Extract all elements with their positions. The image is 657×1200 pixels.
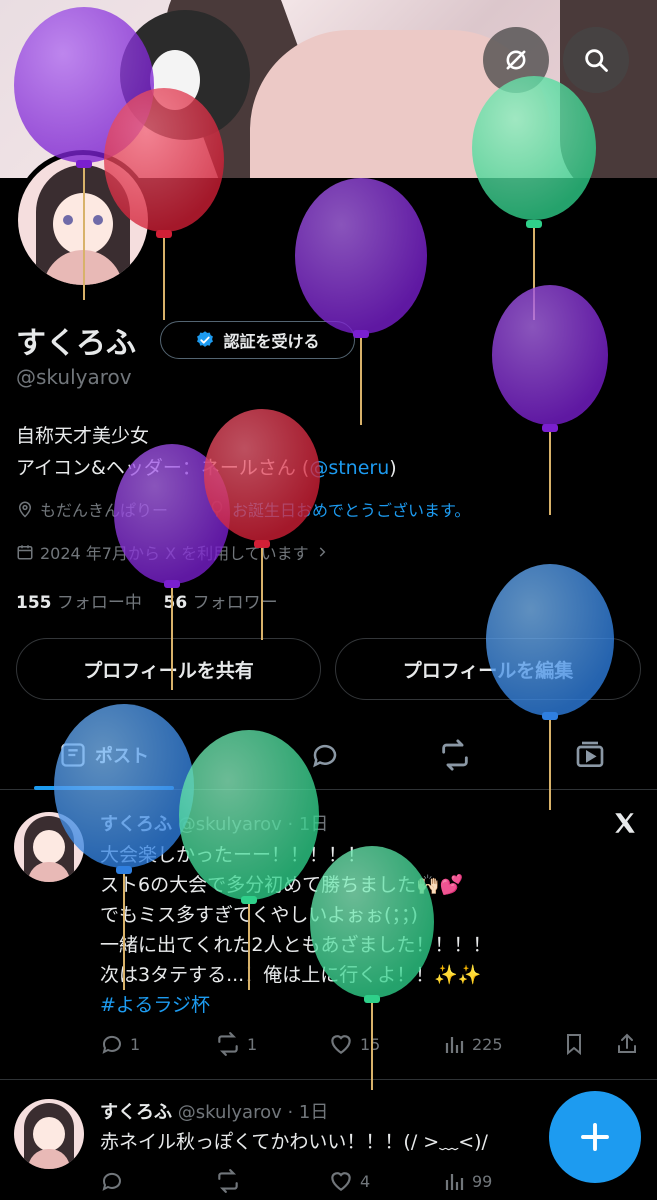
repost-button[interactable]: 1: [215, 1031, 257, 1057]
location-pin-icon: [18, 501, 32, 518]
post-header: すくろふ @skulyarov · 1日: [100, 810, 328, 836]
post-hashtag[interactable]: #よるラジ杯: [100, 990, 492, 1020]
display-name: すくろふ: [16, 326, 136, 361]
post-handle-time: @skulyarov · 1日: [177, 814, 329, 835]
post-item[interactable]: すくろふ @skulyarov · 1日 大会楽しかったーー！！！！！ スト6の大…: [0, 792, 657, 1080]
edit-profile-button[interactable]: プロフィールを編集: [335, 638, 641, 700]
post-author-name[interactable]: すくろふ: [100, 814, 172, 835]
profile-avatar[interactable]: [13, 150, 153, 290]
post-text-line: 大会楽しかったーー！！！！！: [100, 844, 367, 866]
following-count: 155: [16, 593, 52, 613]
post-text-line: 次は3タテする...！俺は上に行くよ！！✨✨: [100, 964, 482, 986]
active-tab-indicator: [34, 786, 174, 790]
post-text-line: スト6の大会で多分初めて勝ちました🙌🏻💕: [100, 874, 464, 896]
bio-text-close: ): [389, 457, 397, 479]
followers-link[interactable]: 56 フォロワー: [164, 593, 278, 613]
posts-tab-icon: [61, 743, 85, 767]
post-text: 大会楽しかったーー！！！！！ スト6の大会で多分初めて勝ちました🙌🏻💕 でもミス多す…: [100, 840, 492, 1020]
share-icon: [618, 1033, 636, 1053]
video-tab-icon: [576, 741, 604, 767]
views-chart-icon: [445, 1037, 464, 1053]
reply-icon: [102, 1035, 121, 1054]
tab-posts-label: ポスト: [95, 746, 149, 767]
search-icon: [585, 49, 608, 72]
reply-icon: [102, 1172, 121, 1191]
following-label: フォロー中: [56, 593, 142, 613]
post-text-line: 一緒に出てくれた2人ともあざました！！！！: [100, 934, 492, 956]
reply-button[interactable]: [100, 1169, 130, 1193]
joined-row[interactable]: 2024 年7月から X を利用しています: [16, 540, 329, 564]
compose-post-button[interactable]: [549, 1091, 641, 1183]
reply-count: 1: [130, 1034, 141, 1054]
tab-posts[interactable]: ポスト: [34, 720, 174, 790]
post-avatar[interactable]: [14, 1099, 84, 1169]
tab-replies[interactable]: [290, 720, 360, 790]
post-text: 赤ネイル秋っぽくてかわいい！！！(/ >﹏<)/: [100, 1127, 488, 1157]
x-logo-icon: [615, 813, 635, 833]
profile-bio: 自称天才美少女 アイコン&ヘッダー：ネールさん (@stneru): [16, 420, 397, 484]
share-button[interactable]: [615, 1032, 639, 1056]
repost-icon: [218, 1169, 238, 1193]
post-text-line: 赤ネイル秋っぽくてかわいい！！！(/ >﹏<)/: [100, 1131, 488, 1153]
repost-button[interactable]: [215, 1168, 247, 1194]
post-header: すくろふ @skulyarov · 1日: [100, 1098, 328, 1124]
like-button[interactable]: 15: [328, 1031, 380, 1057]
calendar-icon: [17, 545, 33, 560]
balloon-purple: [295, 178, 427, 425]
reply-button[interactable]: 1: [100, 1032, 140, 1056]
get-verified-label: 認証を受ける: [223, 332, 320, 351]
follow-counts: 155 フォロー中 56 フォロワー: [16, 588, 278, 613]
birthday-link[interactable]: お誕生日おめでとうございます。: [232, 497, 470, 521]
reply-tab-icon: [313, 744, 337, 768]
tab-reposts[interactable]: [420, 720, 490, 790]
repost-icon: [218, 1032, 238, 1056]
repost-count: 1: [247, 1034, 258, 1054]
bookmark-icon: [567, 1034, 581, 1056]
following-link[interactable]: 155 フォロー中: [16, 593, 142, 613]
tab-media[interactable]: [555, 720, 625, 790]
chevron-right-icon: [319, 547, 326, 557]
share-profile-button[interactable]: プロフィールを共有: [16, 638, 321, 700]
location-text: もだんきんぱりー: [40, 501, 169, 520]
post-author-name[interactable]: すくろふ: [100, 1102, 172, 1123]
plus-icon: [581, 1123, 609, 1151]
view-count: 225: [472, 1034, 503, 1054]
post-text-line: でもミス多すぎてくやしいよぉぉ(；；): [100, 904, 418, 926]
bookmark-button[interactable]: [562, 1032, 586, 1056]
views-button[interactable]: 225: [442, 1032, 503, 1056]
link-off-button[interactable]: [483, 27, 549, 93]
location-row: もだんきんぱりー お誕生日おめでとうございます。: [16, 497, 470, 521]
like-button[interactable]: 4: [328, 1168, 370, 1194]
post-handle-time: @skulyarov · 1日: [177, 1102, 329, 1123]
post-actions: 4 99: [100, 1166, 640, 1196]
post-actions: 1 1 15 225: [100, 1029, 640, 1059]
like-count: 15: [360, 1034, 381, 1054]
profile-handle: @skulyarov: [16, 365, 132, 389]
heart-icon: [331, 1172, 351, 1191]
views-button[interactable]: 99: [442, 1169, 492, 1193]
joined-text: 2024 年7月から X を利用しています: [40, 544, 309, 563]
followers-count: 56: [163, 593, 188, 613]
balloon-icon: [211, 500, 223, 517]
profile-tabs: ポスト: [0, 720, 657, 790]
link-off-icon: [506, 50, 526, 70]
post-avatar[interactable]: [14, 812, 84, 882]
followers-label: フォロワー: [192, 593, 278, 613]
bio-mention-link[interactable]: @stneru: [309, 457, 389, 479]
get-verified-button[interactable]: 認証を受ける: [160, 321, 355, 359]
view-count: 99: [472, 1171, 493, 1191]
bio-line-2: アイコン&ヘッダー：ネールさん (@stneru): [16, 452, 397, 484]
like-count: 4: [360, 1171, 371, 1191]
balloon-purple: [492, 285, 608, 515]
bio-text: アイコン&ヘッダー：ネールさん (: [16, 457, 310, 479]
verified-badge-icon: [197, 331, 214, 347]
heart-icon: [331, 1035, 351, 1054]
repost-tab-icon: [442, 739, 468, 771]
bio-line-1: 自称天才美少女: [16, 425, 150, 447]
views-chart-icon: [445, 1174, 464, 1190]
search-button[interactable]: [563, 27, 629, 93]
